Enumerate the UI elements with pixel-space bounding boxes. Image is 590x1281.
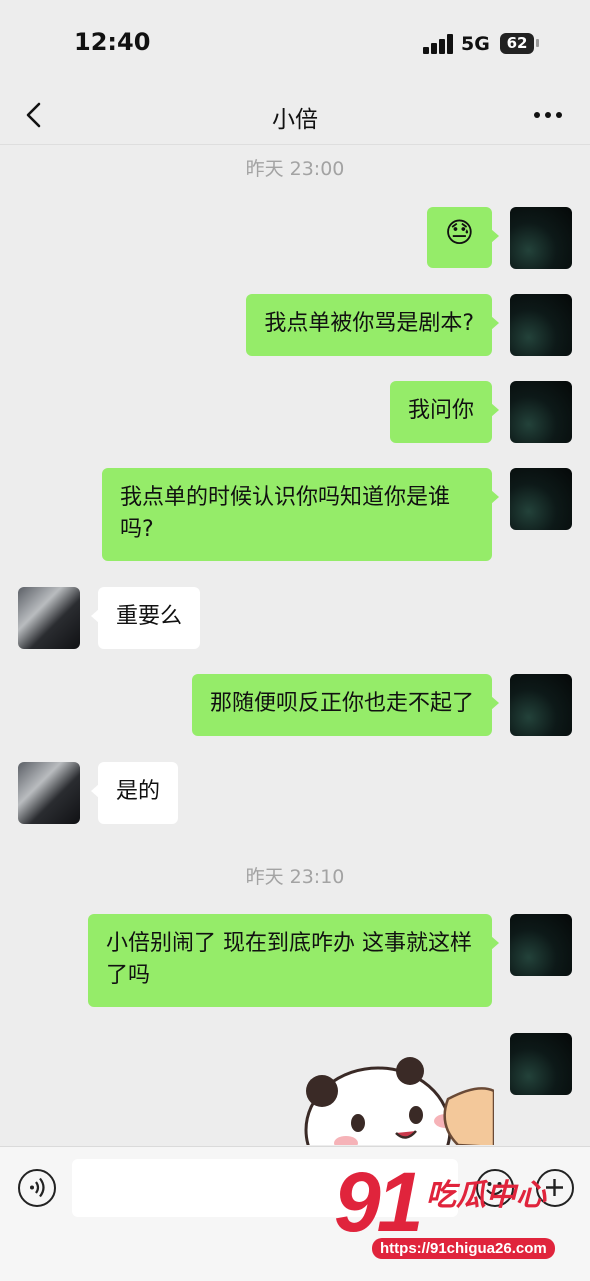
avatar[interactable]: [510, 468, 572, 530]
battery-cap: [536, 39, 539, 47]
message-bubble[interactable]: 😓: [426, 207, 500, 268]
timestamp: 昨天 23:10: [245, 866, 345, 888]
voice-icon[interactable]: [18, 1169, 56, 1207]
watermark: 91 吃瓜中心 https://91chigua26.com: [330, 1155, 580, 1275]
timestamp: 昨天 23:00: [245, 158, 345, 180]
message-bubble[interactable]: 小倍别闹了 现在到底咋办 这事就这样了吗: [88, 914, 499, 1007]
avatar[interactable]: [510, 294, 572, 356]
chat-header: 小倍: [0, 88, 590, 145]
more-dots-icon[interactable]: [530, 106, 566, 126]
chat-title: 小倍: [272, 107, 318, 133]
avatar[interactable]: [510, 914, 572, 976]
message-bubble[interactable]: 我问你: [389, 381, 500, 443]
watermark-number: 91: [334, 1155, 423, 1249]
status-time: 12:40: [74, 28, 151, 56]
status-bar: 12:40 5G 62: [0, 0, 590, 88]
message-bubble[interactable]: 是的: [90, 762, 179, 824]
avatar[interactable]: [18, 587, 80, 649]
avatar[interactable]: [510, 1033, 572, 1095]
panda-sticker[interactable]: [298, 1055, 494, 1145]
avatar[interactable]: [510, 207, 572, 269]
avatar[interactable]: [18, 762, 80, 824]
signal-icon: [423, 34, 455, 54]
network-label: 5G: [461, 33, 490, 55]
watermark-url: https://91chigua26.com: [372, 1238, 555, 1259]
battery-icon: 62: [500, 33, 534, 54]
message-bubble[interactable]: 我点单被你骂是剧本?: [246, 294, 499, 356]
message-bubble[interactable]: 重要么: [90, 587, 201, 649]
watermark-text: 吃瓜中心: [426, 1178, 546, 1213]
message-bubble[interactable]: 我点单的时候认识你吗知道你是谁吗?: [102, 468, 499, 561]
avatar[interactable]: [510, 674, 572, 736]
message-bubble[interactable]: 那随便呗反正你也走不起了: [191, 674, 500, 736]
avatar[interactable]: [510, 381, 572, 443]
